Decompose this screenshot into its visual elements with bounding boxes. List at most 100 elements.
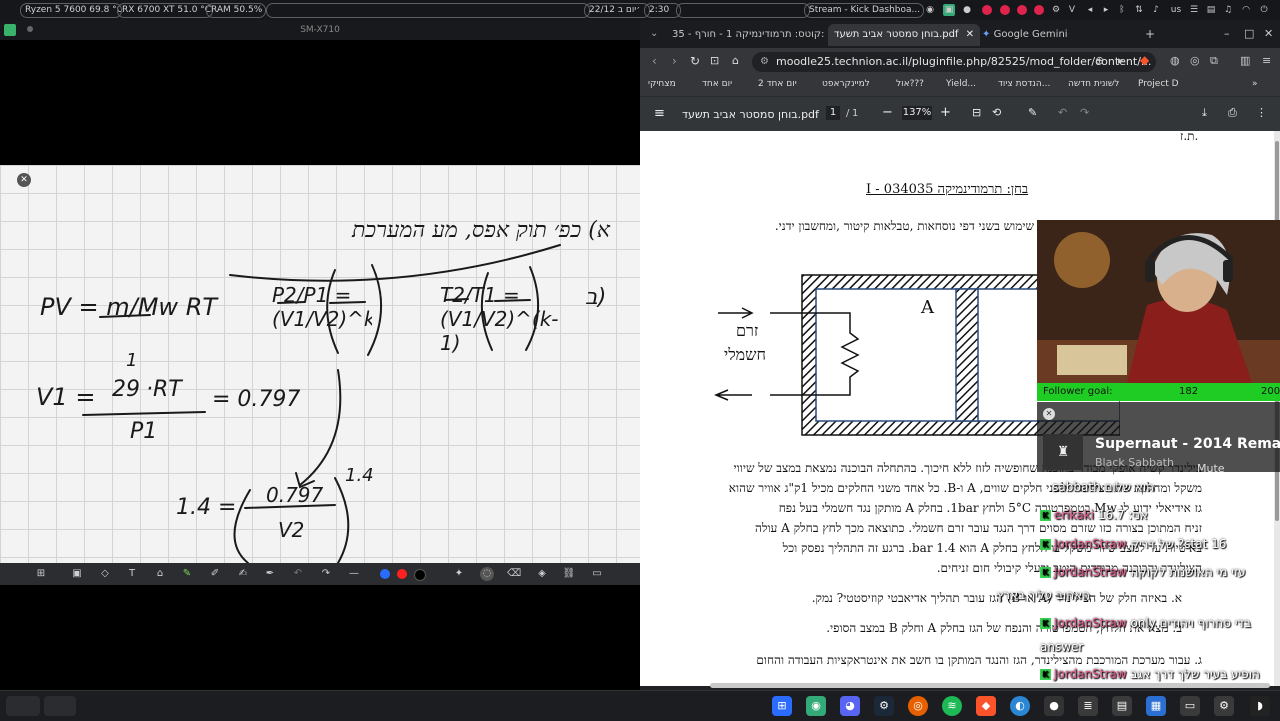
tray-github-icon[interactable]: ● — [961, 4, 973, 16]
undo-icon[interactable]: ↶ — [291, 567, 305, 581]
brave-shield-icon[interactable]: ◆ — [1140, 53, 1149, 67]
android-app-icon[interactable]: ◉ — [806, 696, 826, 716]
bluetooth-icon[interactable]: ᛒ — [1116, 4, 1128, 16]
lasso-tool-icon[interactable]: ⌂ — [153, 567, 167, 581]
close-icon[interactable]: ✕ — [1043, 408, 1055, 420]
reload-icon[interactable]: ↻ — [690, 54, 700, 68]
close-window-icon[interactable]: ✕ — [1264, 27, 1273, 40]
fit-page-icon[interactable]: ⊟ — [972, 106, 981, 119]
bookmark-item[interactable]: למיינקראפט — [822, 79, 870, 89]
minimize-icon[interactable]: – — [1224, 27, 1230, 40]
back-icon[interactable]: ‹ — [652, 54, 657, 68]
horizontal-scrollbar[interactable] — [710, 683, 1270, 688]
media-play-icon[interactable]: ▸ — [1100, 4, 1112, 16]
workspace-switcher[interactable] — [44, 696, 76, 716]
volume-icon[interactable]: ♪ — [1150, 4, 1162, 16]
firefox-icon[interactable]: ◎ — [908, 696, 928, 716]
files-icon[interactable]: ▤ — [1112, 696, 1132, 716]
pencil-tool-icon[interactable]: ✐ — [208, 567, 222, 581]
brave-icon[interactable]: ◆ — [976, 696, 996, 716]
bookmark-add-icon[interactable]: ⊡ — [710, 54, 719, 67]
zoom-icon[interactable]: ⊕ — [1095, 54, 1104, 67]
highlighter-tool-icon[interactable]: ✍ — [236, 567, 250, 581]
extension-icon[interactable]: ◍ — [1170, 54, 1180, 67]
menu-icon[interactable]: ≡ — [1262, 54, 1271, 67]
zoom-out-icon[interactable]: − — [882, 105, 893, 120]
red-color-swatch[interactable] — [397, 569, 407, 579]
lasso-select-icon[interactable]: ◌ — [480, 567, 494, 581]
blue-color-swatch[interactable] — [380, 569, 390, 579]
keyboard-layout[interactable]: us — [1168, 4, 1184, 16]
bookmark-item[interactable]: Yield... — [946, 79, 976, 89]
media-prev-icon[interactable]: ◂ — [1084, 4, 1096, 16]
tray-app-icon[interactable]: ◉ — [924, 4, 936, 16]
spotify-icon[interactable]: ≋ — [942, 696, 962, 716]
bookmark-item[interactable]: מצחיקי — [648, 79, 676, 89]
tray-red-dot-icon[interactable] — [982, 5, 992, 15]
workspace-switcher[interactable] — [6, 696, 40, 716]
zoom-in-icon[interactable]: + — [940, 105, 951, 120]
page-number-input[interactable]: 1 — [826, 106, 840, 120]
eraser-icon[interactable]: ⌫ — [507, 567, 521, 581]
more-actions-icon[interactable]: ⋮ — [1256, 106, 1267, 119]
fill-tool-icon[interactable]: ◈ — [535, 567, 549, 581]
sound-settings-icon[interactable]: ♫ — [1222, 4, 1234, 16]
store-icon[interactable]: ▦ — [1146, 696, 1166, 716]
settings-icon[interactable]: ⚙ — [1214, 696, 1234, 716]
cursor-icon[interactable]: ◐ — [1010, 696, 1030, 716]
bookmark-item[interactable]: הנדסת ציוד... — [998, 79, 1050, 89]
tab-gemini[interactable]: ✦ Google Gemini — [976, 24, 1128, 46]
mute-button[interactable]: Mute — [1197, 462, 1225, 475]
tab-pdf-exam[interactable]: בוחן סמסטר אביב תשעד.pdf ✕ — [828, 24, 980, 46]
tray-red-dot-icon[interactable] — [1034, 5, 1044, 15]
pdf-undo-icon[interactable]: ↶ — [1058, 106, 1067, 119]
sidebar-icon[interactable]: ▥ — [1240, 54, 1250, 67]
tray-game-icon[interactable]: ▣ — [943, 4, 955, 16]
steam-tray-icon[interactable]: ⚙ — [1050, 4, 1062, 16]
new-tab-icon[interactable]: + — [1145, 27, 1155, 41]
maximize-icon[interactable]: □ — [1244, 27, 1254, 40]
link-tool-icon[interactable]: ⛓ — [562, 567, 576, 581]
taskbar-window-pill[interactable] — [676, 3, 810, 18]
download-icon[interactable]: ⤓ — [1202, 106, 1207, 120]
bookmark-item[interactable]: Project D — [1138, 79, 1179, 89]
terminal-icon[interactable]: ▭ — [1180, 696, 1200, 716]
stack-app-icon[interactable]: ≣ — [1078, 696, 1098, 716]
page-tool-icon[interactable]: ▣ — [70, 567, 84, 581]
pdf-redo-icon[interactable]: ↷ — [1080, 106, 1089, 119]
tray-red-dot-icon[interactable] — [1017, 5, 1027, 15]
network-icon[interactable]: ⇅ — [1133, 4, 1145, 16]
extension-icon[interactable]: ◎ — [1190, 54, 1200, 67]
wifi-icon[interactable]: ◠ — [1240, 4, 1252, 16]
discord-icon[interactable]: ◕ — [840, 696, 860, 716]
window-title-pill[interactable] — [266, 3, 590, 18]
tray-red-dot-icon[interactable] — [1000, 5, 1010, 15]
tab-search-icon[interactable]: ⌄ — [650, 28, 658, 39]
shapes-tool-icon[interactable]: ◇ — [98, 567, 112, 581]
zoom-level-input[interactable]: 137% — [902, 106, 932, 120]
notes-canvas[interactable]: ✕ א) כפ׳ תוק אפס, מע המערכת PV = m/Mw RT… — [0, 165, 640, 563]
pen-tool-icon[interactable]: ✎ — [180, 567, 194, 581]
home-icon[interactable]: ⌂ — [732, 54, 739, 67]
start-menu-icon[interactable]: ⊞ — [772, 696, 792, 716]
print-icon[interactable]: ⎙ — [1228, 106, 1237, 120]
bookmark-item[interactable]: אול??? — [896, 79, 924, 89]
black-color-swatch[interactable] — [414, 569, 426, 581]
stroke-width-icon[interactable]: — — [347, 567, 361, 581]
share-icon[interactable]: ▸ — [1118, 54, 1124, 67]
steam-icon[interactable]: ⚙ — [874, 696, 894, 716]
stream-window-pill[interactable]: Stream - Kick Dashboa... — [804, 3, 924, 18]
notes-app-icon[interactable]: ◗ — [1250, 696, 1270, 716]
grid-tool-icon[interactable]: ⊞ — [34, 567, 48, 581]
magic-tool-icon[interactable]: ✦ — [452, 567, 466, 581]
text-tool-icon[interactable]: T — [125, 567, 139, 581]
rotate-icon[interactable]: ⟲ — [992, 106, 1001, 119]
obs-icon[interactable]: ● — [1044, 696, 1064, 716]
more-bookmarks-icon[interactable]: » — [1252, 79, 1258, 89]
notifications-icon[interactable]: ☰ — [1188, 4, 1200, 16]
pdf-sidebar-menu-icon[interactable]: ≡ — [654, 106, 665, 121]
bookmark-item[interactable]: יום אחד — [702, 79, 732, 89]
power-icon[interactable]: ⏻ — [1258, 4, 1270, 16]
site-info-icon[interactable]: ⚙ — [760, 52, 769, 72]
tab-moodle-course[interactable]: קוטס: תרמודינמיקה 1 - חורף - 35: — [666, 24, 836, 46]
